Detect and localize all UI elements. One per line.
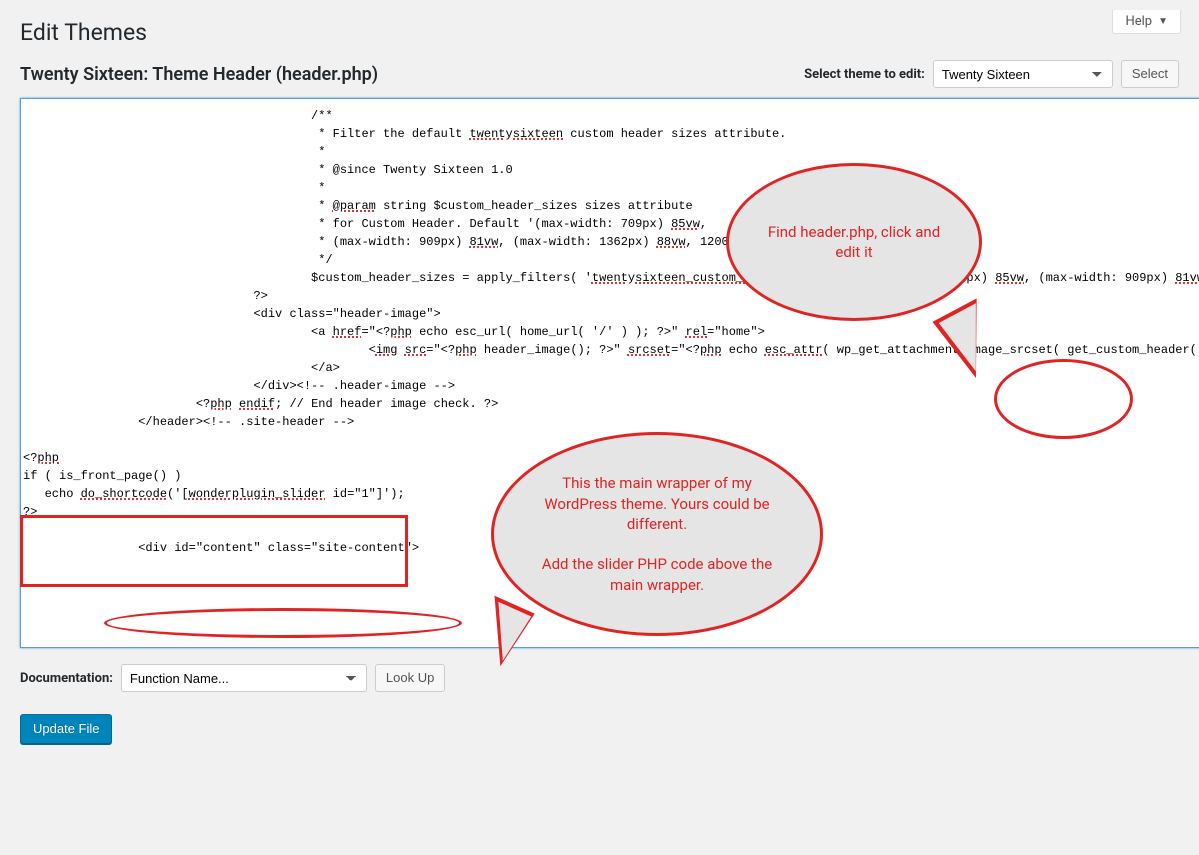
- select-button[interactable]: Select: [1121, 60, 1179, 88]
- function-name-select[interactable]: Function Name...: [121, 664, 367, 692]
- lookup-button[interactable]: Look Up: [375, 664, 445, 692]
- help-label: Help: [1125, 14, 1152, 29]
- update-file-button[interactable]: Update File: [20, 714, 112, 744]
- editing-file-heading: Twenty Sixteen: Theme Header (header.php…: [20, 64, 804, 85]
- theme-select[interactable]: Twenty Sixteen: [933, 60, 1113, 88]
- documentation-label: Documentation:: [20, 671, 113, 686]
- annotation-bubble-1: Find header.php, click and edit it: [726, 163, 982, 321]
- help-tab[interactable]: Help ▼: [1112, 10, 1181, 34]
- select-theme-label: Select theme to edit:: [804, 67, 925, 82]
- chevron-down-icon: ▼: [1158, 16, 1168, 27]
- page-title: Edit Themes: [20, 10, 1179, 46]
- annotation-bubble-2: This the main wrapper of my WordPress th…: [491, 432, 823, 636]
